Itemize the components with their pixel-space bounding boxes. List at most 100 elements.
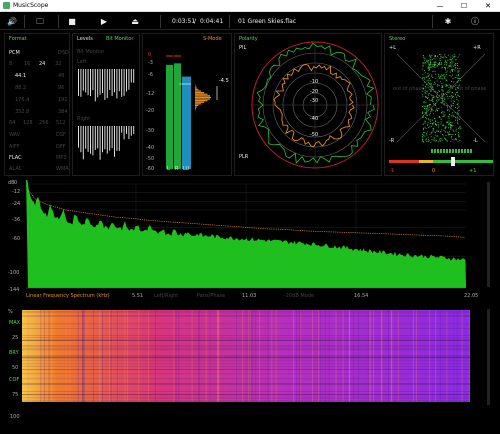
stereo-dot [440,75,442,77]
stereo-dot [423,55,424,57]
stereo-dot [440,118,442,120]
stereo-dot [440,64,442,65]
separator [58,15,59,28]
stereo-dot [441,95,443,97]
stereo-dot [441,102,443,104]
stereo-dot [451,57,453,59]
stereo-dot [426,131,428,133]
levels-title[interactable]: Levels [77,36,93,42]
gear-icon[interactable]: ✱ [443,16,453,27]
stereo-dot [425,117,427,118]
stereo-dot [437,98,439,100]
stereo-dot [459,128,461,129]
stereo-dot [426,118,427,120]
correlation-history [449,149,451,153]
minus-20db-mode[interactable]: -20dB Mode [284,293,314,299]
bit-monitor-tab[interactable]: Bit Monitor [106,36,133,42]
stereo-dot [422,84,424,86]
eject-icon[interactable]: ⏏ [130,16,140,27]
format-title: Format [9,36,27,42]
stereo-dot [441,74,443,76]
stereo-dot [439,76,441,78]
stereo-dot [427,73,429,74]
stereo-dot [422,111,424,113]
stereo-dot [429,104,430,105]
correlation-history [461,149,463,153]
stereo-dot [422,123,424,125]
stereo-dot [432,96,434,98]
spectrogram-row [22,384,470,385]
close-button[interactable]: ✕ [476,0,500,12]
rate-352-8: 352.8 [15,109,30,115]
bit-column [97,126,99,149]
pans-phase-mode[interactable]: Pans/Phase [197,293,225,299]
stereo-dot [458,136,460,138]
stereo-dot [430,61,431,63]
stereo-dot [431,59,433,60]
track-name: 01 Green Skies.flac [238,18,297,25]
stereo-dot [442,95,444,97]
left-bit-grid [78,69,135,102]
stereo-dot [436,130,438,132]
stereo-dot [426,134,428,136]
stereo-dot [443,129,445,131]
stereo-dot [435,110,436,112]
stereo-dot [457,74,459,75]
minimize-button[interactable]: — [428,0,452,12]
spectrum-title: Linear Frequency Spectrum (kHz) [26,293,110,299]
left-right-mode[interactable]: Left/Right [154,293,178,299]
stereo-dot [431,108,433,110]
loudness-bar [182,76,191,169]
spectrogram-row [22,369,470,370]
stop-icon[interactable]: ■ [67,16,77,27]
folder-icon[interactable]: 🗀 [34,16,46,27]
stereo-dot [457,118,459,120]
stereo-dot [442,93,444,94]
stereo-dot [443,125,445,127]
stereo-dot [439,140,441,142]
pil-label: PIL [239,45,247,51]
y-tick-60: -60 [12,236,21,242]
stereo-dot [426,110,427,112]
stereo-dot [452,139,454,140]
x-tick-11-03: 11.03 [242,293,257,299]
stereo-dot [445,126,447,128]
bit-column [111,126,113,149]
bit-column [99,69,101,95]
stereo-dot [444,137,445,139]
play-icon[interactable]: ▶ [99,16,109,27]
stereo-dot [457,123,459,125]
spectrogram-row [22,316,470,317]
stereo-dot [422,101,424,103]
bit-column [133,126,135,134]
stereo-dot [433,103,435,105]
speaker-icon[interactable]: 🔊 [6,16,18,27]
stereo-dot [457,100,459,102]
maximize-button[interactable]: ☐ [452,0,476,12]
spectrogram-scrollbar[interactable] [487,309,490,405]
stereo-dot [441,78,443,80]
stereo-dot [437,130,439,132]
spectrogram-row [22,312,470,314]
stereo-dot [436,97,438,99]
stereo-dot [437,110,438,112]
stereo-dot [450,66,452,68]
stereo-dot [438,73,440,75]
spectrum-scrollbar[interactable] [487,182,490,287]
stereo-dot [449,96,451,98]
stereo-dot [429,88,431,90]
bits-32: 32 [55,61,62,67]
stereo-dot [444,99,446,100]
bit-column [118,69,120,92]
stereo-dot [451,92,453,93]
bit-column [114,69,115,93]
bit-column [121,69,123,97]
spectrogram-row [22,363,470,365]
stereo-dot [452,129,454,131]
info-icon[interactable]: ⓘ [470,16,480,27]
stereo-dot [440,54,442,55]
stereo-dot [445,69,446,71]
stereo-dot [452,78,454,79]
stereo-dot [433,90,435,92]
stereo-dot [440,62,442,63]
